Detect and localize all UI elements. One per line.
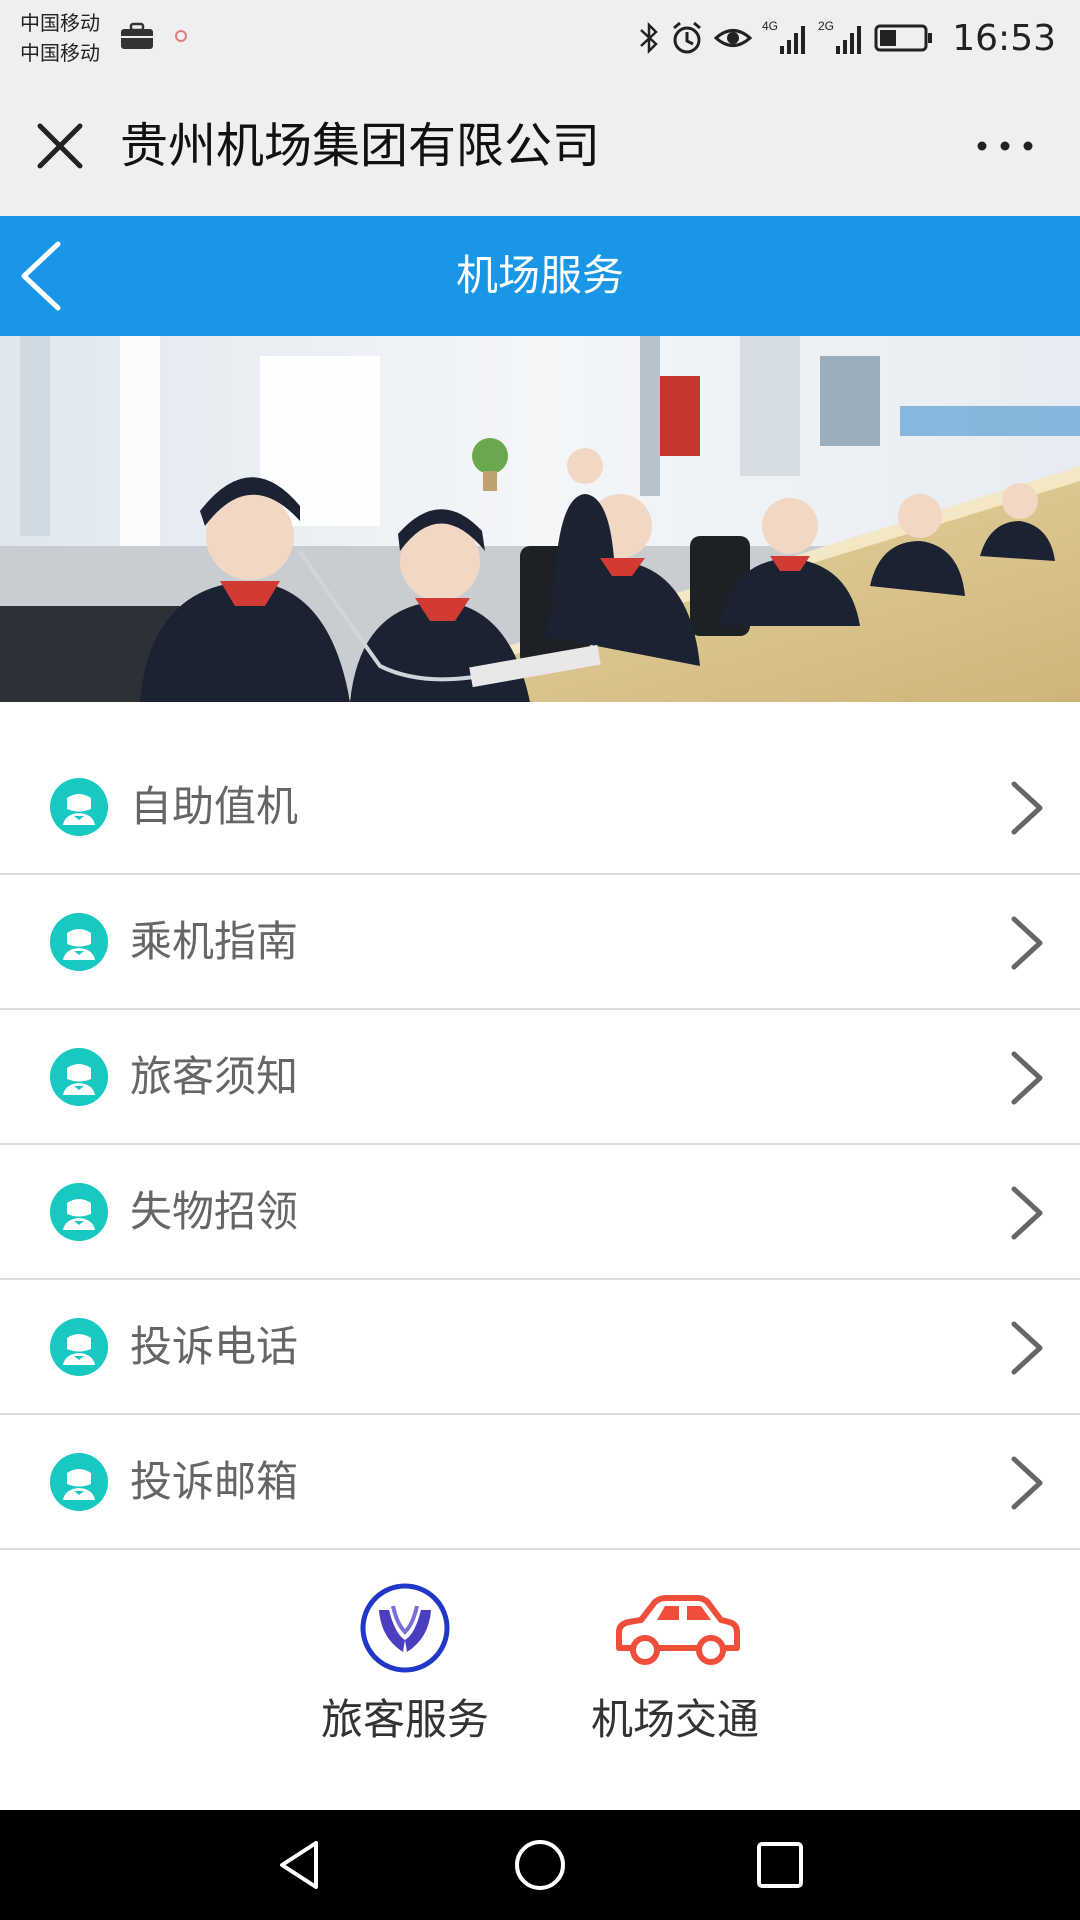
battery-icon	[874, 24, 933, 52]
clock: 16:53	[952, 17, 1056, 59]
briefcase-icon	[121, 22, 153, 49]
service-agent-icon	[50, 1453, 108, 1511]
signal-4g-icon: 4G	[762, 19, 806, 54]
tab-passenger-service[interactable]: 旅客服务	[305, 1580, 505, 1747]
menu-item-self-checkin[interactable]: 自助值机	[0, 740, 1080, 875]
bottom-tabs: 旅客服务 机场交通	[0, 1580, 1080, 1810]
banner-image	[0, 336, 1080, 702]
chevron-right-icon	[1011, 1186, 1043, 1240]
menu-item-lost-and-found[interactable]: 失物招领	[0, 1145, 1080, 1280]
carrier-2: 中国移动	[20, 41, 100, 65]
bluetooth-icon	[640, 21, 659, 55]
page-title: 贵州机场集团有限公司	[120, 118, 601, 174]
carrier-labels: 中国移动 中国移动	[20, 8, 100, 68]
alarm-icon	[673, 21, 702, 54]
nav-recents-icon[interactable]	[750, 1835, 810, 1895]
nav-back-icon[interactable]	[270, 1835, 330, 1895]
network-1-label: 4G	[762, 19, 778, 33]
nav-home-icon[interactable]	[510, 1835, 570, 1895]
hands-icon	[360, 1583, 450, 1673]
android-nav-bar	[0, 1810, 1080, 1920]
menu-item-complaint-phone[interactable]: 投诉电话	[0, 1280, 1080, 1415]
network-2-label: 2G	[818, 19, 834, 33]
chevron-right-icon	[1011, 1456, 1043, 1510]
menu-item-label: 投诉电话	[130, 1322, 299, 1371]
header-title: 机场服务	[455, 251, 624, 300]
menu-item-label: 投诉邮箱	[130, 1457, 299, 1506]
more-options-icon[interactable]	[970, 126, 1040, 166]
tab-airport-transport[interactable]: 机场交通	[575, 1580, 775, 1747]
service-menu: 自助值机 乘机指南 旅客须知 失物招领 投诉电话 投诉邮箱	[0, 740, 1080, 1550]
chevron-right-icon	[1011, 781, 1043, 835]
chevron-right-icon	[1011, 1321, 1043, 1375]
status-icons: 4G 2G 16:53	[638, 14, 1056, 62]
carrier-1: 中国移动	[20, 11, 100, 35]
service-agent-icon	[50, 1318, 108, 1376]
car-icon	[616, 1595, 740, 1665]
service-agent-icon	[50, 1048, 108, 1106]
signal-2g-icon: 2G	[818, 19, 862, 54]
tab-label: 机场交通	[590, 1695, 759, 1744]
chevron-right-icon	[1011, 1051, 1043, 1105]
service-agent-icon	[50, 913, 108, 971]
service-agent-icon	[50, 1183, 108, 1241]
menu-item-label: 乘机指南	[130, 917, 299, 966]
tab-label: 旅客服务	[320, 1695, 489, 1744]
close-icon[interactable]	[30, 116, 90, 176]
menu-item-label: 失物招领	[130, 1187, 299, 1236]
status-bar: 中国移动 中国移动 4G 2G 16:53	[0, 0, 1080, 76]
wechat-title-bar: 贵州机场集团有限公司	[0, 76, 1080, 216]
chevron-right-icon	[1011, 916, 1043, 970]
menu-item-boarding-guide[interactable]: 乘机指南	[0, 875, 1080, 1010]
eye-icon	[714, 29, 753, 47]
menu-item-complaint-email[interactable]: 投诉邮箱	[0, 1415, 1080, 1550]
screen: 中国移动 中国移动 4G 2G 16:53 贵州机场集团有限公司 机场服务 自助…	[0, 0, 1080, 1920]
notification-dot-icon	[175, 30, 187, 42]
service-agent-icon	[50, 778, 108, 836]
menu-item-passenger-notice[interactable]: 旅客须知	[0, 1010, 1080, 1145]
menu-item-label: 旅客须知	[130, 1052, 299, 1101]
app-header: 机场服务	[0, 216, 1080, 336]
menu-item-label: 自助值机	[130, 782, 299, 831]
